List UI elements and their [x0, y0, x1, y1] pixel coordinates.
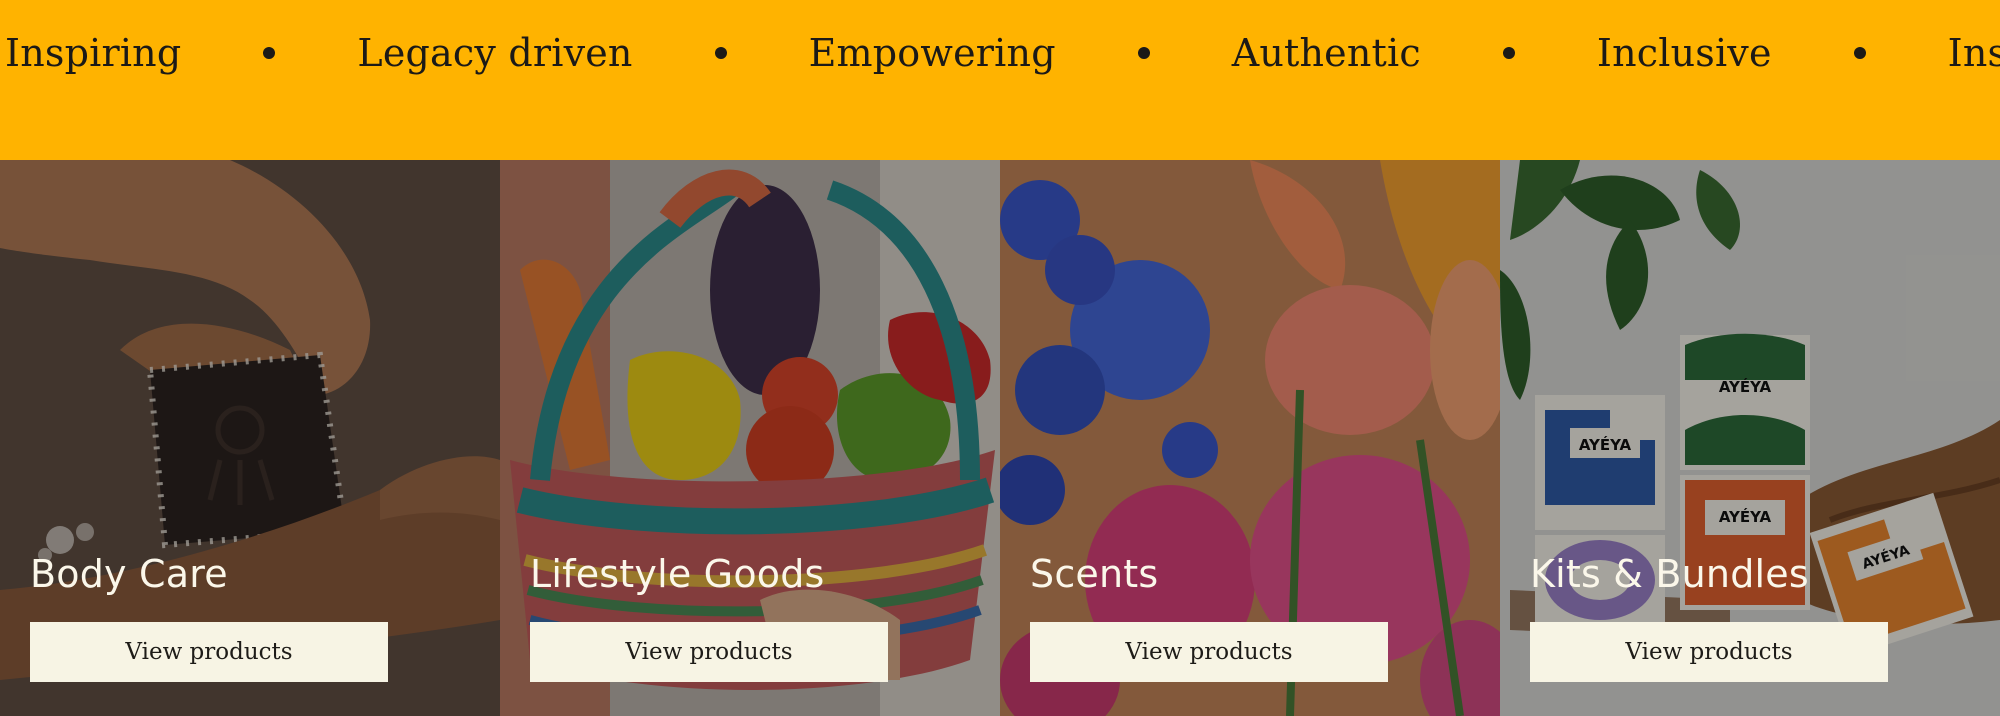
bullet-separator [1502, 47, 1515, 59]
collection-tile-body-care[interactable]: Body Care View products [0, 160, 500, 716]
view-products-button[interactable]: View products [530, 622, 888, 682]
view-products-button[interactable]: View products [1030, 622, 1388, 682]
view-products-button[interactable]: View products [1530, 622, 1888, 682]
collection-title: Scents [1030, 552, 1159, 596]
marquee-word: Authentic [1231, 31, 1421, 75]
collection-tile-scents[interactable]: Scents View products [1000, 160, 1500, 716]
values-marquee: Inspiring Legacy driven Empowering Authe… [0, 0, 2000, 160]
marquee-word: Inspiring [1947, 31, 2000, 75]
bullet-separator [263, 47, 276, 59]
bullet-separator [1853, 47, 1866, 59]
collection-title: Lifestyle Goods [530, 552, 825, 596]
bullet-separator [1137, 47, 1150, 59]
view-products-button[interactable]: View products [30, 622, 388, 682]
marquee-word: Legacy driven [357, 31, 633, 75]
bullet-separator [714, 47, 727, 59]
collection-tile-lifestyle-goods[interactable]: Lifestyle Goods View products [500, 160, 1000, 716]
collection-tile-kits-bundles[interactable]: AYÉYA AYÉYA AYÉYA AYÉYA Kits & Bundles V… [1500, 160, 2000, 716]
collection-title: Kits & Bundles [1530, 552, 1809, 596]
marquee-word: Inclusive [1596, 31, 1772, 75]
marquee-word: Empowering [808, 31, 1056, 75]
marquee-word: Inspiring [5, 31, 182, 75]
marquee-track: Inspiring Legacy driven Empowering Authe… [5, 0, 2000, 106]
collection-tiles: Body Care View products Lifestyle Goods … [0, 160, 2000, 716]
collection-title: Body Care [30, 552, 228, 596]
